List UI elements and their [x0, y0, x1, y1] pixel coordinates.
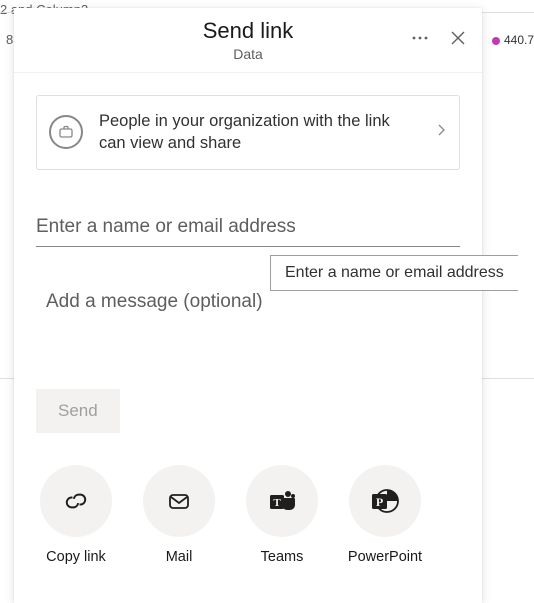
chevron-right-icon	[435, 123, 447, 142]
powerpoint-icon: P	[368, 484, 402, 518]
link-icon	[62, 487, 90, 515]
close-icon	[450, 30, 466, 46]
send-link-dialog: Send link Data	[14, 8, 482, 603]
share-option-label: Mail	[166, 549, 193, 565]
more-options-button[interactable]	[410, 28, 430, 48]
message-input[interactable]	[36, 287, 460, 317]
share-option-powerpoint[interactable]: P PowerPoint	[349, 465, 421, 565]
legend-dot-icon	[492, 37, 500, 45]
permission-description: People in your organization with the lin…	[99, 110, 419, 155]
briefcase-icon	[49, 115, 83, 149]
link-permissions-selector[interactable]: People in your organization with the lin…	[36, 95, 460, 170]
recipient-input-tooltip: Enter a name or email address	[270, 255, 518, 291]
bg-legend-fragment: 440.7	[492, 33, 534, 47]
teams-icon: T	[265, 484, 299, 518]
send-button[interactable]: Send	[36, 389, 120, 433]
share-option-label: PowerPoint	[348, 549, 422, 565]
share-option-copy-link[interactable]: Copy link	[40, 465, 112, 565]
mail-icon	[165, 487, 193, 515]
share-option-label: Copy link	[46, 549, 106, 565]
svg-text:P: P	[376, 495, 383, 509]
share-option-mail[interactable]: Mail	[143, 465, 215, 565]
ellipsis-icon	[411, 29, 429, 47]
share-options-row: Copy link Mail	[36, 465, 460, 565]
svg-text:T: T	[273, 497, 281, 509]
share-option-label: Teams	[261, 549, 304, 565]
dialog-header: Send link Data	[14, 8, 482, 73]
dialog-subtitle: Data	[14, 46, 482, 62]
recipient-input[interactable]	[36, 210, 460, 247]
close-button[interactable]	[448, 28, 468, 48]
share-option-teams[interactable]: T Teams	[246, 465, 318, 565]
bg-text-fragment: 8	[6, 32, 13, 47]
